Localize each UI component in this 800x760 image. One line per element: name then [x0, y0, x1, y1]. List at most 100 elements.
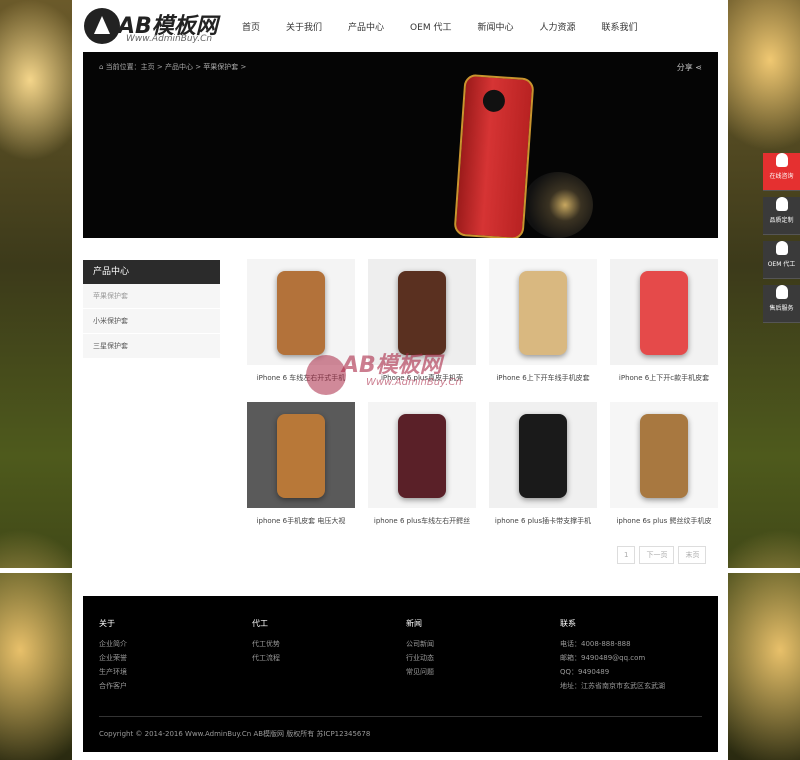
product-name[interactable]: iphone 6手机皮套 电压大视	[247, 516, 355, 526]
phone-camera	[482, 89, 506, 113]
last-page-button[interactable]: 末页	[678, 546, 707, 564]
breadcrumb: ⌂ 当前位置：主页 > 产品中心 > 苹果保护套 >	[99, 62, 246, 72]
footer-col-oem: 代工 代工优势 代工流程	[252, 618, 280, 667]
footer-heading: 联系	[560, 619, 576, 628]
qq-icon	[775, 153, 788, 167]
footer-link[interactable]: 常见问题	[406, 667, 434, 677]
main-nav: 首页 关于我们 产品中心 OEM 代工 新闻中心 人力资源 联系我们	[242, 20, 664, 33]
sidebar-item-xiaomi[interactable]: 小米保护套	[83, 309, 220, 334]
product-card[interactable]: iPhone 6上下开c款手机皮套	[610, 259, 718, 383]
pagination: 1 下一页 末页	[617, 546, 710, 564]
page-1-button[interactable]: 1	[617, 546, 636, 564]
qq-icon	[775, 197, 788, 211]
product-image[interactable]	[610, 402, 718, 508]
footer-link[interactable]: 代工优势	[252, 639, 280, 649]
footer-link[interactable]: 合作客户	[99, 681, 127, 691]
footer-col-about: 关于 企业简介 企业荣誉 生产环境 合作客户	[99, 618, 127, 695]
tool-label: 在线咨询	[769, 173, 794, 180]
nav-oem[interactable]: OEM 代工	[410, 20, 451, 33]
product-name[interactable]: iPhone 6 plus真皮手机壳	[368, 373, 476, 383]
nav-news[interactable]: 新闻中心	[477, 20, 513, 33]
footer-col-news: 新闻 公司新闻 行业动态 常见问题	[406, 618, 434, 681]
floating-toolbar: 在线咨询 品质定制 OEM 代工 售后服务	[763, 147, 800, 323]
share-button[interactable]: 分享 ⋖	[677, 62, 702, 73]
product-case-shape	[640, 271, 688, 355]
product-case-shape	[519, 271, 567, 355]
product-case-shape	[277, 271, 325, 355]
product-card[interactable]: iphone 6 plus插卡带支撑手机	[489, 402, 597, 526]
product-name[interactable]: iPhone 6上下开c款手机皮套	[610, 373, 718, 383]
tool-label: 品质定制	[769, 217, 794, 224]
product-image[interactable]	[247, 402, 355, 508]
next-page-button[interactable]: 下一页	[639, 546, 675, 564]
footer-contact-qq: QQ：9490489	[560, 668, 610, 676]
sidebar: 产品中心 苹果保护套 小米保护套 三星保护套	[83, 260, 220, 359]
logo[interactable]: AB模板网 Www.AdminBuy.Cn	[84, 8, 224, 48]
product-name[interactable]: iphone 6s plus 鳄丝纹手机皮	[610, 516, 718, 526]
footer-heading: 关于	[99, 619, 115, 628]
product-image[interactable]	[247, 259, 355, 365]
share-icon: ⋖	[695, 63, 702, 72]
product-image[interactable]	[368, 259, 476, 365]
nav-contact[interactable]: 联系我们	[601, 20, 637, 33]
footer-col-contact: 联系 电话：4008-888-888 邮箱：9490489@qq.com QQ：…	[560, 618, 665, 695]
product-case-shape	[519, 414, 567, 498]
product-image[interactable]	[489, 259, 597, 365]
product-card[interactable]: iPhone 6 车线左右开式手机	[247, 259, 355, 383]
page-container: AB模板网 Www.AdminBuy.Cn 首页 关于我们 产品中心 OEM 代…	[72, 0, 728, 760]
product-card[interactable]: iphone 6s plus 鳄丝纹手机皮	[610, 402, 718, 526]
product-card[interactable]: iPhone 6 plus真皮手机壳	[368, 259, 476, 383]
sidebar-title: 产品中心	[83, 260, 220, 284]
after-sales-button[interactable]: 售后服务	[763, 285, 800, 323]
copyright: Copyright © 2014-2016 Www.AdminBuy.Cn AB…	[99, 730, 371, 738]
footer-link[interactable]: 企业荣誉	[99, 653, 127, 663]
product-image[interactable]	[610, 259, 718, 365]
footer-link[interactable]: 公司新闻	[406, 639, 434, 649]
product-case-shape	[398, 414, 446, 498]
product-case-shape	[398, 271, 446, 355]
product-image[interactable]	[368, 402, 476, 508]
footer-contact-phone: 电话：4008-888-888	[560, 640, 631, 648]
nav-hr[interactable]: 人力资源	[539, 20, 575, 33]
qq-icon	[775, 241, 788, 255]
nav-home[interactable]: 首页	[242, 20, 260, 33]
product-name[interactable]: iphone 6 plus插卡带支撑手机	[489, 516, 597, 526]
product-card[interactable]: iPhone 6上下开车线手机皮套	[489, 259, 597, 383]
online-consult-button[interactable]: 在线咨询	[763, 153, 800, 191]
footer-contact-email: 邮箱：9490489@qq.com	[560, 654, 646, 662]
nav-products[interactable]: 产品中心	[348, 20, 384, 33]
home-icon: ⌂	[99, 63, 106, 71]
sidebar-item-samsung[interactable]: 三星保护套	[83, 334, 220, 359]
product-case-shape	[640, 414, 688, 498]
product-name[interactable]: iPhone 6上下开车线手机皮套	[489, 373, 597, 383]
product-image[interactable]	[489, 402, 597, 508]
sidebar-item-apple[interactable]: 苹果保护套	[83, 284, 220, 309]
product-card[interactable]: iphone 6手机皮套 电压大视	[247, 402, 355, 526]
product-card[interactable]: iphone 6 plus车线左右开鳄丝	[368, 402, 476, 526]
footer-heading: 代工	[252, 619, 268, 628]
footer-contact-address: 地址：江苏省南京市玄武区玄武湖	[560, 682, 665, 690]
share-label: 分享	[676, 63, 693, 72]
footer-divider	[99, 716, 702, 717]
breadcrumb-text[interactable]: 当前位置：主页 > 产品中心 > 苹果保护套 >	[106, 63, 247, 71]
product-case-shape	[277, 414, 325, 498]
headset-icon	[775, 285, 788, 299]
footer: 关于 企业简介 企业荣誉 生产环境 合作客户 代工 代工优势 代工流程 新闻 公…	[83, 596, 718, 752]
footer-link[interactable]: 企业简介	[99, 639, 127, 649]
footer-link[interactable]: 生产环境	[99, 667, 127, 677]
banner-stand-image	[523, 172, 593, 238]
nav-about[interactable]: 关于我们	[286, 20, 322, 33]
banner-phone-image	[453, 73, 535, 238]
product-name[interactable]: iPhone 6 车线左右开式手机	[247, 373, 355, 383]
oem-button[interactable]: OEM 代工	[763, 241, 800, 279]
tool-label: OEM 代工	[767, 261, 796, 268]
hero-banner: ⌂ 当前位置：主页 > 产品中心 > 苹果保护套 > 分享 ⋖	[83, 52, 718, 238]
logo-subtitle: Www.AdminBuy.Cn	[126, 34, 213, 44]
footer-link[interactable]: 代工流程	[252, 653, 280, 663]
logo-icon	[84, 8, 120, 44]
product-name[interactable]: iphone 6 plus车线左右开鳄丝	[368, 516, 476, 526]
header: AB模板网 Www.AdminBuy.Cn 首页 关于我们 产品中心 OEM 代…	[72, 0, 728, 52]
footer-link[interactable]: 行业动态	[406, 653, 434, 663]
custom-order-button[interactable]: 品质定制	[763, 197, 800, 235]
footer-heading: 新闻	[406, 619, 422, 628]
